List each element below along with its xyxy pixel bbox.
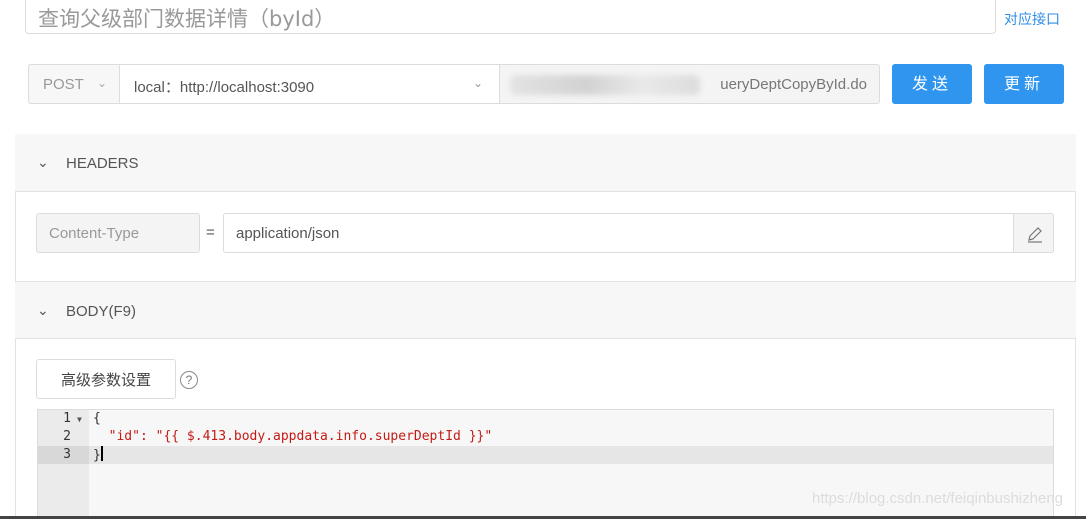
environment-label: local：http://localhost:3090 [134,79,315,96]
environment-select[interactable]: local：http://localhost:3090 ⌄ [120,64,500,104]
closing-brace: } [93,448,101,463]
text-cursor [100,446,103,461]
header-key-input[interactable]: Content-Type [36,213,200,253]
method-label: POST [43,76,84,93]
chevron-down-icon: ⌄ [37,154,49,170]
code-line: { [93,411,101,426]
url-blurred-region [510,75,700,95]
api-title-input[interactable]: 查询父级部门数据详情（byId） [25,0,996,34]
fold-arrow-icon[interactable]: ▼ [77,415,82,424]
line-number: 3 [63,447,71,462]
active-line-highlight [89,446,1053,464]
method-select[interactable]: POST ⌄ [28,64,120,104]
chevron-down-icon: ⌄ [96,76,107,90]
body-section-toggle[interactable]: ⌄ BODY(F9) [15,281,1076,339]
url-input[interactable]: ueryDeptCopyById.do [500,64,880,104]
question-circle-icon[interactable]: ? [180,371,198,389]
advanced-params-button[interactable]: 高级参数设置 [36,359,176,399]
url-text: ueryDeptCopyById.do [720,76,867,93]
update-button[interactable]: 更新 [984,64,1064,104]
send-button[interactable]: 发送 [892,64,972,104]
equals-sign: = [206,224,215,241]
chevron-down-icon: ⌄ [37,302,49,318]
watermark: https://blog.csdn.net/feiqinbushizheng [812,490,1064,507]
code-line: } [93,446,103,464]
corresponding-interface-link[interactable]: 对应接口 [1004,9,1060,29]
headers-section-toggle[interactable]: ⌄ HEADERS [15,134,1076,192]
code-line: "id": "{{ $.413.body.appdata.info.superD… [93,428,493,446]
json-key: "id": [93,429,156,444]
chevron-down-icon: ⌄ [472,76,483,90]
header-value-input[interactable]: application/json [223,213,1054,253]
pencil-icon [1028,227,1042,243]
edit-header-button[interactable] [1013,213,1054,253]
headers-section-title: HEADERS [66,155,139,172]
body-section-title: BODY(F9) [66,303,137,320]
json-string-value: "{{ $.413.body.appdata.info.superDeptId … [155,429,493,444]
line-number: 2 [63,429,71,444]
